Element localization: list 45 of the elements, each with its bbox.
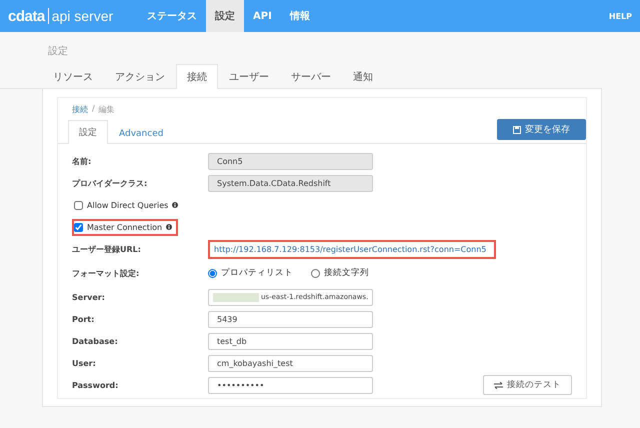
field-label: Database:: [72, 336, 119, 346]
input-field[interactable]: ••••••••••: [208, 376, 373, 394]
settings-tab[interactable]: ユーザー: [218, 64, 280, 89]
swap-arrows-icon: [494, 382, 503, 388]
checkbox[interactable]: [74, 200, 83, 210]
field-label: フォーマット設定:: [72, 268, 140, 278]
input-field[interactable]: 5439: [208, 310, 373, 328]
readonly-field: Conn5: [208, 152, 373, 170]
field-label: Server:: [72, 292, 106, 302]
field-label: User:: [72, 358, 97, 368]
url-link[interactable]: http://192.168.7.129:8153/registerUserConnection.rst?conn=Conn5: [210, 242, 494, 256]
input-field[interactable]: cm_kobayashi_test: [208, 354, 373, 372]
checkbox[interactable]: [74, 222, 83, 232]
info-icon: [172, 202, 178, 208]
input-field[interactable]: test_db: [208, 332, 373, 350]
checkbox-label: Master Connection: [87, 222, 162, 232]
logo-brand: cdata: [8, 8, 45, 24]
field-label: Password:: [72, 380, 120, 390]
settings-tab[interactable]: 接続: [176, 64, 218, 89]
radio-label: プロパティリスト: [221, 267, 293, 279]
field-label: プロバイダークラス:: [72, 178, 148, 188]
sub-tab[interactable]: 設定: [68, 120, 108, 144]
radio-button[interactable]: [311, 268, 320, 278]
logo-product: api server: [48, 8, 114, 24]
save-button[interactable]: 変更を保存: [497, 119, 586, 140]
settings-tab[interactable]: サーバー: [280, 64, 342, 89]
settings-tab[interactable]: 通知: [342, 64, 384, 89]
radio-label: 接続文字列: [324, 267, 369, 279]
field-label: Port:: [72, 314, 96, 324]
settings-tab[interactable]: リソース: [42, 64, 104, 89]
breadcrumb-current: 編集: [98, 104, 115, 115]
checkbox-label: Allow Direct Queries: [87, 200, 168, 210]
sub-tab[interactable]: Advanced: [108, 123, 174, 144]
page-title: 設定: [47, 44, 69, 58]
field-label: 名前:: [72, 156, 92, 166]
radio-button[interactable]: [208, 268, 217, 278]
field-label: ユーザー登録URL:: [72, 244, 142, 254]
readonly-field: System.Data.CData.Redshift: [208, 174, 373, 192]
info-icon: [166, 224, 172, 230]
save-icon: [513, 126, 521, 134]
test-connection-button[interactable]: 接続のテスト: [483, 375, 572, 395]
settings-tab[interactable]: アクション: [104, 64, 176, 89]
nav-tab[interactable]: 設定: [206, 0, 244, 32]
breadcrumb-separator: /: [92, 104, 95, 115]
breadcrumb-link[interactable]: 接続: [72, 104, 88, 115]
